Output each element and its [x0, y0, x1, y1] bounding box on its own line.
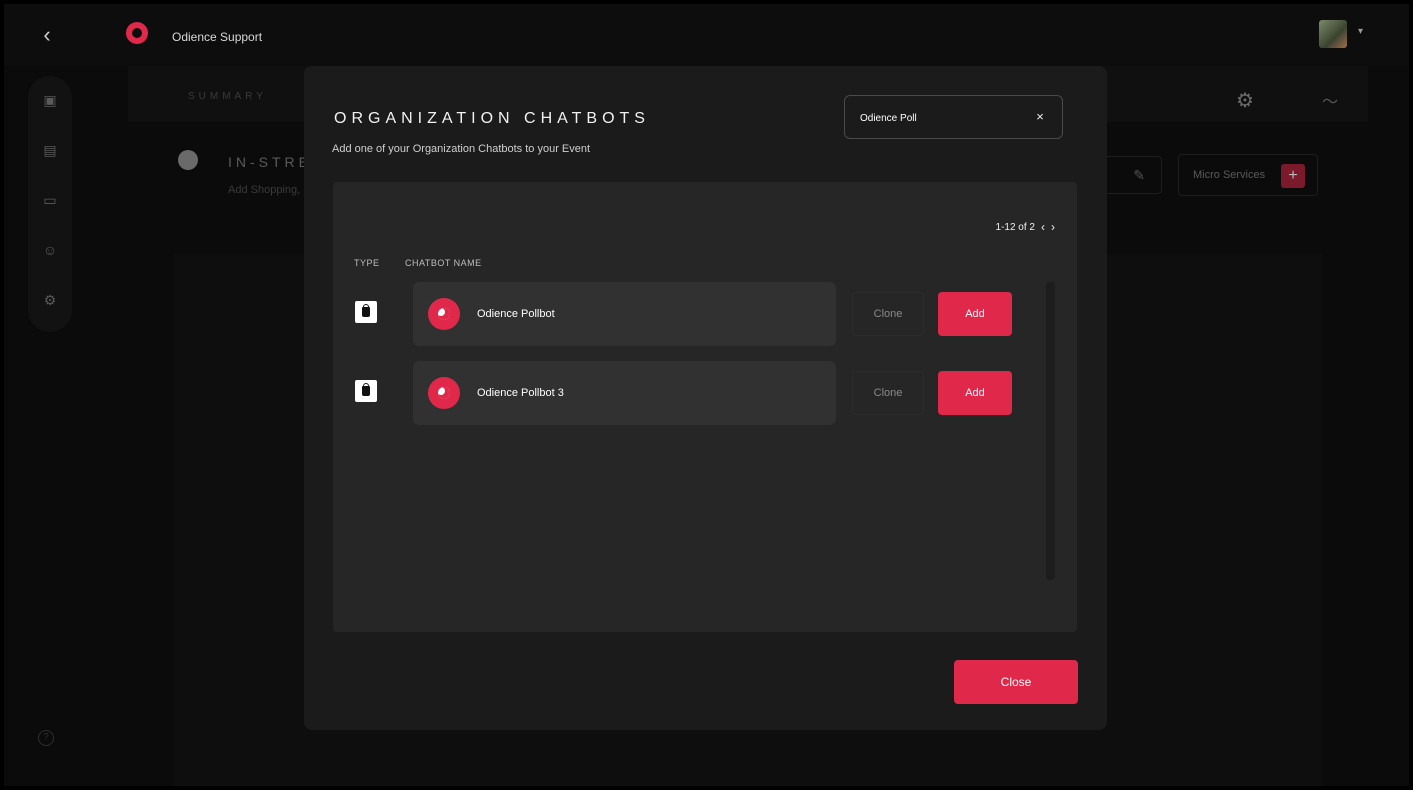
add-button[interactable]: Add — [938, 292, 1012, 336]
tab-summary[interactable]: SUMMARY — [188, 91, 267, 102]
clone-button[interactable]: Clone — [852, 292, 924, 336]
chatbot-name: Odience Pollbot 3 — [477, 387, 564, 399]
film-icon[interactable]: ▤ — [40, 140, 60, 160]
search-input[interactable] — [860, 110, 1020, 126]
pagination: 1-12 of 2 ‹ › — [996, 220, 1055, 234]
column-header-chatbot-name: CHATBOT NAME — [405, 258, 482, 268]
chatbot-name-card: Odience Pollbot — [413, 282, 836, 346]
clone-button[interactable]: Clone — [852, 371, 924, 415]
app-page: ‹ Odience Support ▾ ▣ ▤ ▭ ☺ ⚙ ? SUMMARY … — [4, 4, 1409, 786]
calendar-icon[interactable]: ▣ — [40, 90, 60, 110]
user-avatar[interactable] — [1319, 20, 1347, 48]
chatbot-name: Odience Pollbot — [477, 308, 555, 320]
add-button[interactable]: Add — [938, 371, 1012, 415]
pagination-range: 1-12 of 2 — [995, 221, 1035, 233]
plus-icon[interactable]: + — [1281, 164, 1305, 188]
column-header-type: TYPE — [354, 258, 380, 268]
chevron-right-icon[interactable]: › — [1051, 220, 1055, 234]
section-title: IN-STRE — [228, 154, 312, 170]
chevron-left-icon[interactable]: ‹ — [1041, 220, 1045, 234]
micro-services-label: Micro Services — [1193, 169, 1266, 181]
odience-logo — [126, 22, 148, 44]
chatbot-list-panel: 1-12 of 2 ‹ › TYPE CHATBOT NAME Odience … — [333, 182, 1077, 632]
section-icon — [178, 150, 198, 170]
trend-chart-icon[interactable]: 〜 — [1322, 88, 1338, 112]
section-subtitle: Add Shopping, — [228, 184, 301, 196]
chatbot-name-card: Odience Pollbot 3 — [413, 361, 836, 425]
users-icon[interactable]: ☺ — [40, 240, 60, 260]
gear-icon[interactable]: ⚙ — [40, 290, 60, 310]
organization-chatbots-modal: ORGANIZATION CHATBOTS Add one of your Or… — [304, 66, 1107, 730]
modal-title: ORGANIZATION CHATBOTS — [334, 110, 650, 127]
table-row: Odience Pollbot Clone Add — [333, 282, 1077, 346]
app-title: Odience Support — [172, 30, 263, 44]
chatbot-avatar — [428, 377, 460, 409]
chatbot-avatar — [428, 298, 460, 330]
close-icon[interactable]: × — [1032, 109, 1048, 125]
caret-down-icon[interactable]: ▾ — [1358, 26, 1363, 37]
modal-subtitle: Add one of your Organization Chatbots to… — [332, 143, 591, 155]
help-icon[interactable]: ? — [38, 730, 54, 746]
settings-gear-icon[interactable]: ⚙ — [1236, 88, 1254, 113]
search-box: × — [844, 95, 1063, 139]
shopping-bag-icon — [355, 380, 377, 402]
close-button[interactable]: Close — [954, 660, 1078, 704]
edit-pencil-icon[interactable]: ✎ — [1102, 156, 1162, 194]
devices-icon[interactable]: ▭ — [40, 190, 60, 210]
table-row: Odience Pollbot 3 Clone Add — [333, 361, 1077, 425]
shopping-bag-icon — [355, 301, 377, 323]
micro-services-button[interactable]: Micro Services + — [1178, 154, 1318, 196]
back-chevron-icon[interactable]: ‹ — [34, 22, 60, 48]
sidebar: ▣ ▤ ▭ ☺ ⚙ — [28, 76, 72, 332]
top-bar: ‹ Odience Support ▾ — [4, 4, 1409, 66]
scrollbar[interactable] — [1046, 282, 1055, 580]
